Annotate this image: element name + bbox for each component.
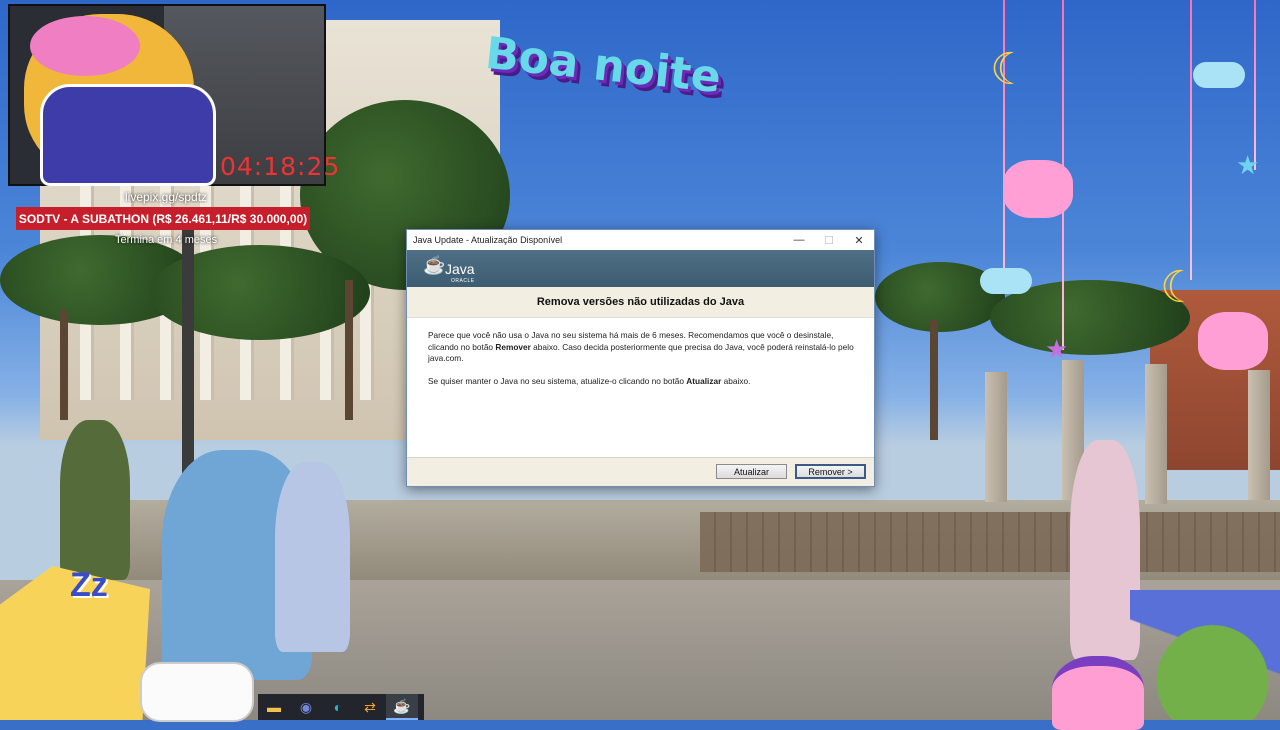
sheep-icon <box>1198 312 1268 370</box>
moon-icon: ☾ <box>1160 263 1200 312</box>
star-icon: ★ <box>1236 150 1260 180</box>
ruin-pillar <box>1145 364 1167 504</box>
brick-wall <box>700 512 1280 572</box>
livepix-link: livepix.gg/spdtz <box>125 190 208 204</box>
edge-icon[interactable]: ◐ <box>322 694 354 720</box>
subathon-bar: SODTV - A SUBATHON (R$ 26.461,11/R$ 30.0… <box>16 207 310 230</box>
ruin-pillar <box>985 372 1007 502</box>
tree-trunk <box>345 280 353 420</box>
tourist-woman <box>275 462 350 652</box>
oracle-logo-text: ORACLE <box>451 278 475 284</box>
dialog-heading: Remova versões não utilizadas do Java <box>407 287 874 318</box>
hanging-string <box>1254 0 1256 170</box>
close-button[interactable]: ✕ <box>844 230 874 250</box>
java-banner: ☕ Java ORACLE <box>407 250 874 287</box>
sheep-icon <box>1003 160 1073 218</box>
ruin-pillar <box>1248 370 1270 500</box>
dialog-body: Parece que você não usa o Java no seu si… <box>407 318 874 450</box>
dialog-title: Java Update - Atualização Disponível <box>413 235 563 245</box>
star-icon: ★ <box>1045 334 1069 364</box>
tree-trunk <box>60 310 68 420</box>
dialog-paragraph-2: Se quiser manter o Java no seu sistema, … <box>428 375 751 386</box>
dialog-paragraph-1: Parece que você não usa o Java no seu si… <box>428 330 854 363</box>
bone-blanket <box>40 84 216 186</box>
file-explorer-icon[interactable]: ▬ <box>258 694 290 720</box>
remove-button[interactable]: Remover > <box>795 464 866 479</box>
minimize-button[interactable]: — <box>784 230 814 250</box>
update-button[interactable]: Atualizar <box>716 464 787 479</box>
white-cat-mascot <box>140 662 254 722</box>
sleep-cap <box>30 16 140 76</box>
java-update-dialog: Java Update - Atualização Disponível — ☐… <box>406 229 875 487</box>
zzz-icon: Zz <box>70 566 108 604</box>
wizard-frog-mascot <box>1130 590 1280 720</box>
stream-timer: 04:18:25 <box>220 152 341 181</box>
tree-trunk <box>930 320 938 440</box>
taskbar: ▬ ◉ ◐ ⇄ ☕ <box>258 694 424 720</box>
maximize-button: ☐ <box>824 234 834 247</box>
tourist-group <box>60 420 130 580</box>
java-update-icon[interactable]: ☕ <box>386 694 418 720</box>
street-lamp <box>182 230 194 500</box>
subathon-ends: Termina em 4 meses <box>115 234 218 246</box>
coffee-cup-icon: ☕ <box>423 255 446 275</box>
kirby-mascot <box>1052 656 1144 730</box>
arrows-app-icon[interactable]: ⇄ <box>354 694 386 720</box>
dialog-titlebar[interactable]: Java Update - Atualização Disponível — ☐… <box>407 230 874 250</box>
hanging-string <box>1190 0 1192 280</box>
dialog-footer: Atualizar Remover > <box>407 457 874 486</box>
cloud-icon <box>980 268 1032 294</box>
cloud-icon <box>1193 62 1245 88</box>
webcam-frame: 04:18:25 <box>8 4 339 186</box>
moon-icon: ☾ <box>990 45 1030 94</box>
java-logo-text: Java <box>445 261 475 277</box>
discord-icon[interactable]: ◉ <box>290 694 322 720</box>
